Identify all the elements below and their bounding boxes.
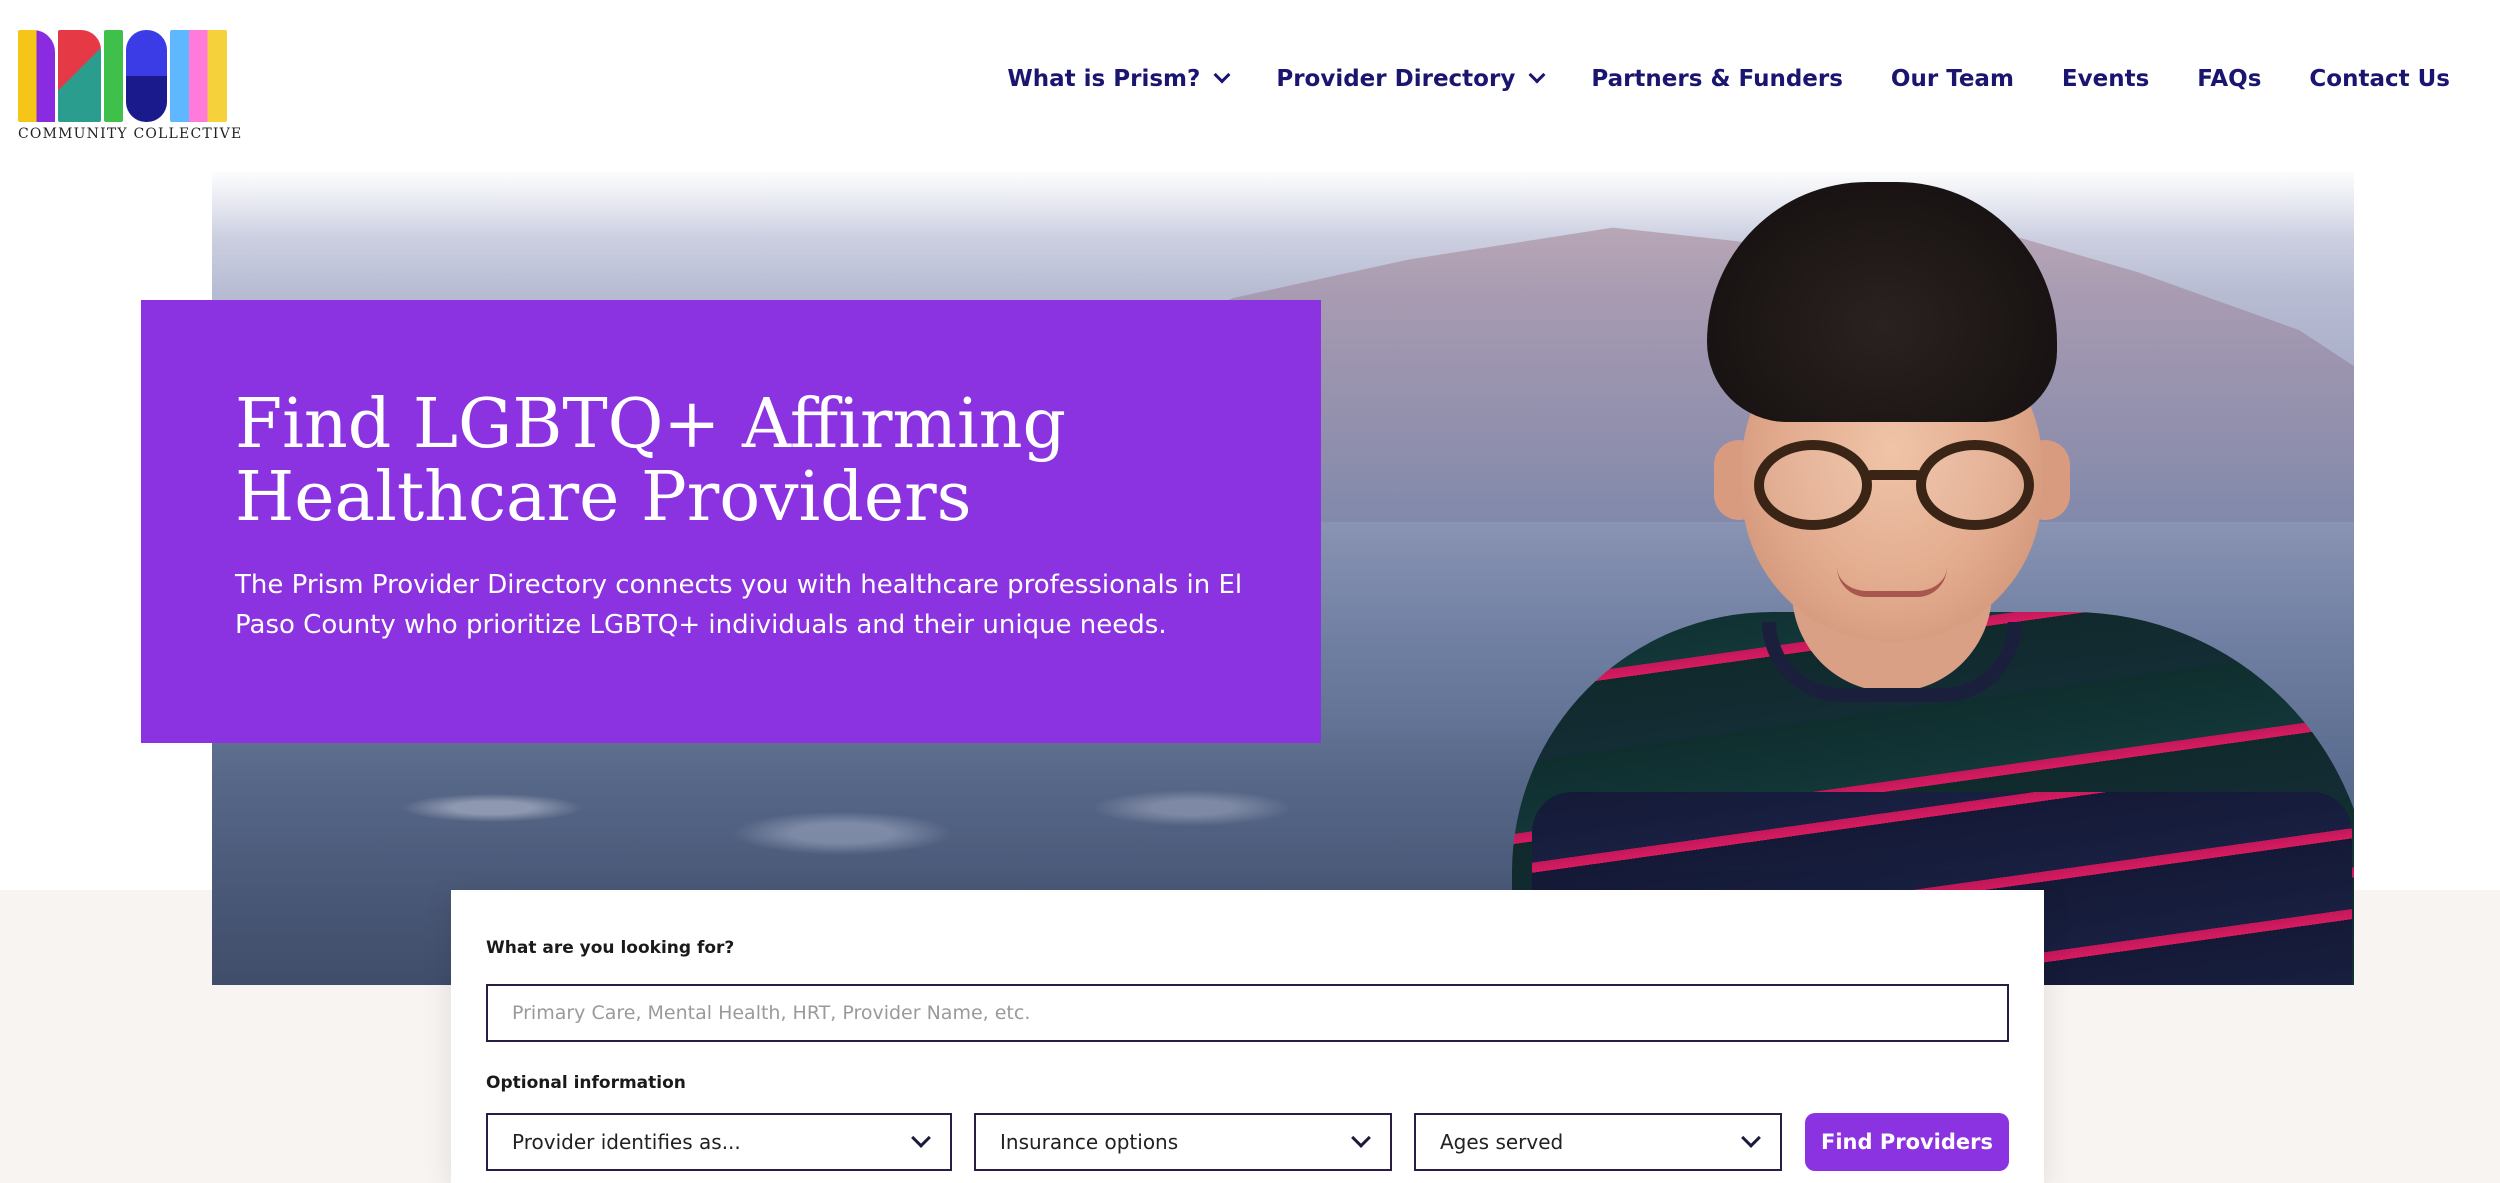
logo-letter-r xyxy=(58,30,101,122)
chevron-down-icon xyxy=(1351,1128,1371,1148)
site-header: COMMUNITY COLLECTIVE What is Prism? Prov… xyxy=(0,0,2500,170)
provider-search-panel: What are you looking for? Optional infor… xyxy=(451,890,2044,1183)
logo-tagline: COMMUNITY COLLECTIVE xyxy=(18,126,243,142)
hero-title: Find LGBTQ+ Affirming Healthcare Provide… xyxy=(235,388,1235,535)
nav-item-events[interactable]: Events xyxy=(2062,66,2149,92)
person-glasses xyxy=(1754,440,2034,530)
provider-identity-select[interactable]: Provider identifies as... xyxy=(486,1113,952,1171)
main-nav: What is Prism? Provider Directory Partne… xyxy=(959,66,2450,92)
nav-item-partners-funders[interactable]: Partners & Funders xyxy=(1591,66,1843,92)
nav-label: Events xyxy=(2061,66,2150,92)
chevron-down-icon xyxy=(1741,1128,1761,1148)
nav-label: Partners & Funders xyxy=(1591,66,1843,92)
hero-title-line-1: Find LGBTQ+ Affirming xyxy=(235,385,1067,464)
find-providers-button[interactable]: Find Providers xyxy=(1805,1113,2009,1171)
nav-label: Contact Us xyxy=(2309,66,2450,92)
prism-logo[interactable]: COMMUNITY COLLECTIVE xyxy=(18,26,243,144)
person-hair xyxy=(1707,182,2057,422)
nav-item-our-team[interactable]: Our Team xyxy=(1891,66,2014,92)
glasses-bridge xyxy=(1866,470,1922,480)
select-value: Provider identifies as... xyxy=(512,1130,741,1154)
nav-label: Provider Directory xyxy=(1276,66,1516,92)
chevron-down-icon xyxy=(1213,66,1231,84)
logo-wordmark xyxy=(18,26,230,122)
chevron-down-icon xyxy=(911,1128,931,1148)
logo-letter-s xyxy=(126,30,168,122)
nav-item-contact-us[interactable]: Contact Us xyxy=(2309,66,2450,92)
insurance-select[interactable]: Insurance options xyxy=(974,1113,1392,1171)
nav-item-what-is-prism[interactable]: What is Prism? xyxy=(1007,66,1231,92)
hero-title-line-2: Healthcare Providers xyxy=(235,458,972,538)
person-smile xyxy=(1837,567,1947,597)
chevron-down-icon xyxy=(1528,66,1546,84)
glasses-lens-right xyxy=(1916,440,2034,530)
search-query-label: What are you looking for? xyxy=(486,938,735,958)
hero-photo-person xyxy=(1492,172,2354,985)
nav-item-faqs[interactable]: FAQs xyxy=(2197,66,2261,92)
select-value: Ages served xyxy=(1440,1130,1564,1154)
search-input[interactable] xyxy=(486,984,2009,1042)
hero-description: The Prism Provider Directory connects yo… xyxy=(235,570,1243,640)
logo-letter-p xyxy=(18,30,56,122)
optional-info-label: Optional information xyxy=(486,1073,686,1093)
nav-label: Our Team xyxy=(1890,66,2014,92)
nav-label: What is Prism? xyxy=(1007,66,1201,92)
select-value: Insurance options xyxy=(1000,1130,1179,1154)
logo-letter-i xyxy=(103,30,124,122)
logo-letter-m xyxy=(170,30,227,122)
nav-label: FAQs xyxy=(2197,66,2262,92)
glasses-lens-left xyxy=(1754,440,1872,530)
hero-card: Find LGBTQ+ Affirming Healthcare Provide… xyxy=(141,300,1321,743)
ages-served-select[interactable]: Ages served xyxy=(1414,1113,1782,1171)
nav-item-provider-directory[interactable]: Provider Directory xyxy=(1276,66,1546,92)
